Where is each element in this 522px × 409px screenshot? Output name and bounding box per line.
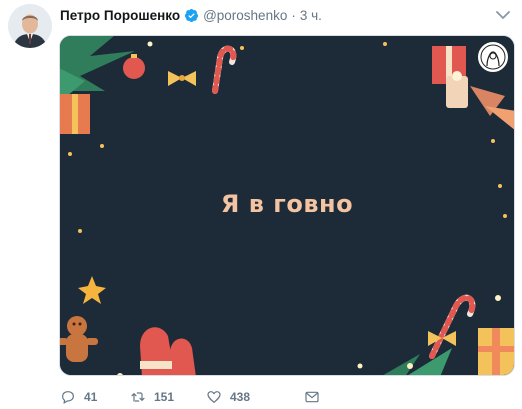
direct-message-button[interactable]	[304, 389, 320, 405]
tweet-timestamp[interactable]: 3 ч.	[300, 8, 322, 23]
author-handle[interactable]: @poroshenko	[203, 8, 287, 23]
like-count: 438	[230, 390, 251, 404]
chevron-down-icon[interactable]	[496, 10, 510, 20]
direct-message-icon	[305, 391, 319, 403]
tweet-media-image[interactable]: Я в говно	[59, 35, 515, 376]
watermark-avatar	[478, 42, 508, 72]
reply-count: 41	[84, 390, 98, 404]
retweet-button[interactable]: 151	[130, 389, 200, 405]
separator-dot: ·	[291, 7, 296, 23]
tweet-header: Петро Порошенко @poroshenko · 3 ч.	[60, 4, 322, 26]
heart-icon	[207, 391, 221, 403]
avatar-photo-icon	[8, 4, 52, 48]
like-button[interactable]: 438	[206, 389, 276, 405]
retweet-icon	[131, 392, 145, 402]
author-name[interactable]: Петро Порошенко	[60, 8, 180, 23]
verified-badge-icon	[185, 8, 199, 22]
retweet-count: 151	[154, 390, 175, 404]
tweet-actions: 41 151 438	[60, 387, 348, 407]
image-caption-text: Я в говно	[220, 190, 354, 218]
author-avatar[interactable]	[8, 4, 52, 48]
watermark-portrait-icon	[480, 44, 506, 70]
reply-icon	[62, 391, 74, 404]
reply-button[interactable]: 41	[60, 389, 120, 405]
tweet: Петро Порошенко @poroshenko · 3 ч. Я в г…	[0, 0, 522, 409]
